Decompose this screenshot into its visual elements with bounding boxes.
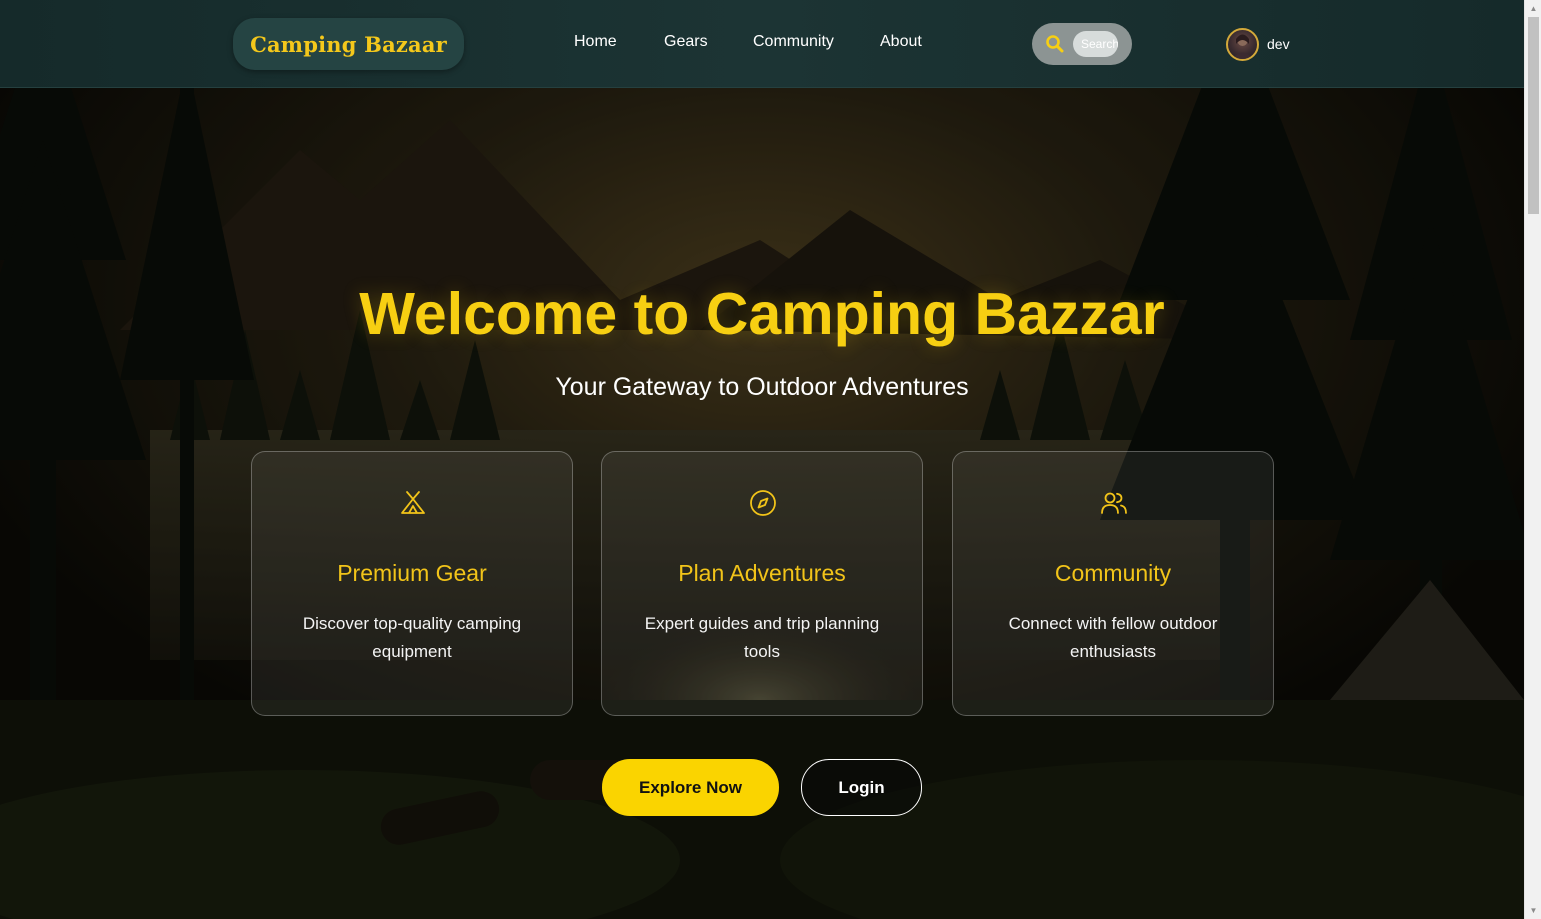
feature-card-plan: Plan Adventures Expert guides and trip p… xyxy=(601,451,923,716)
top-navbar: Camping Bazaar Home Gears Community Abou… xyxy=(0,0,1524,88)
feature-card-gear: Premium Gear Discover top-quality campin… xyxy=(251,451,573,716)
avatar xyxy=(1226,27,1259,61)
hero-subtitle: Your Gateway to Outdoor Adventures xyxy=(555,373,969,401)
nav-community[interactable]: Community xyxy=(753,33,834,51)
search-icon[interactable] xyxy=(1045,34,1065,54)
nav-home[interactable]: Home xyxy=(574,33,617,51)
scroll-thumb[interactable] xyxy=(1528,17,1539,214)
scroll-up-arrow-icon[interactable]: ▲ xyxy=(1525,0,1541,17)
nav-about[interactable]: About xyxy=(880,33,922,51)
username: dev xyxy=(1267,36,1290,52)
explore-now-button[interactable]: Explore Now xyxy=(602,759,779,816)
brand-logo[interactable]: Camping Bazaar xyxy=(233,18,464,70)
users-icon xyxy=(1101,492,1127,514)
feature-title: Community xyxy=(1054,560,1172,586)
hero-title: Welcome to Camping Bazzar xyxy=(359,281,1165,347)
avatar-portrait xyxy=(1232,34,1253,59)
tent-icon xyxy=(401,491,425,514)
feature-description: Connect with fellow outdoor enthusiasts xyxy=(1008,614,1218,661)
feature-description: Expert guides and trip planning tools xyxy=(644,614,880,661)
search-input[interactable] xyxy=(1073,31,1118,57)
nav-gears[interactable]: Gears xyxy=(664,33,708,51)
user-menu[interactable]: dev xyxy=(1226,27,1290,61)
page-scrollbar[interactable]: ▲ ▼ xyxy=(1524,0,1541,919)
feature-title: Premium Gear xyxy=(337,560,487,586)
compass-icon xyxy=(750,490,776,516)
scroll-down-arrow-icon[interactable]: ▼ xyxy=(1525,902,1541,919)
feature-title: Plan Adventures xyxy=(678,560,846,586)
feature-description: Discover top-quality camping equipment xyxy=(302,614,522,661)
login-button[interactable]: Login xyxy=(801,759,922,816)
feature-card-community: Community Connect with fellow outdoor en… xyxy=(952,451,1274,716)
